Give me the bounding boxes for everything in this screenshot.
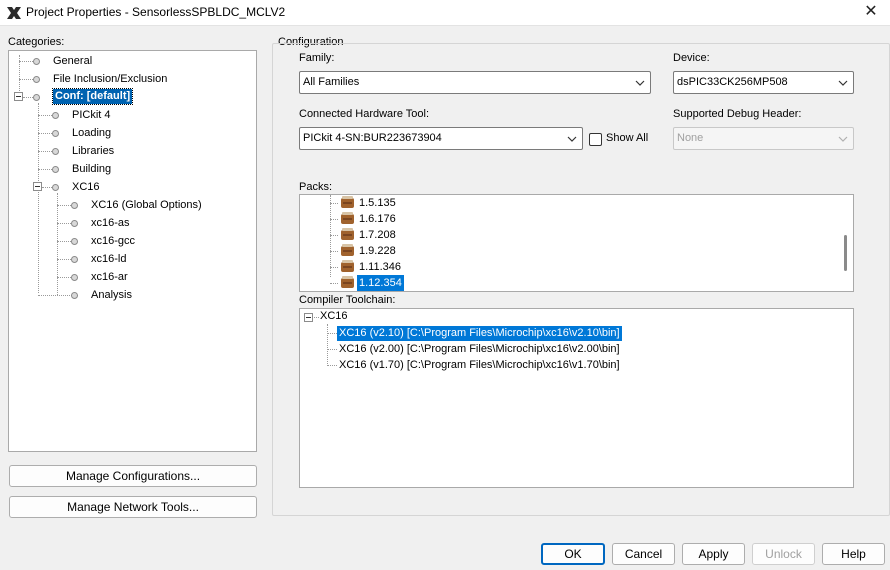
compiler-toolchain-label: Compiler Toolchain: xyxy=(299,294,396,306)
family-select[interactable]: All Families xyxy=(299,71,651,94)
device-value: dsPIC33CK256MP508 xyxy=(677,76,788,88)
chevron-down-icon xyxy=(838,80,848,86)
pack-jar-icon xyxy=(341,260,354,272)
pack-jar-icon xyxy=(341,196,354,208)
node-bullet-icon xyxy=(71,292,78,299)
node-bullet-icon xyxy=(71,238,78,245)
tree-item-label: xc16-ld xyxy=(91,253,127,265)
node-bullet-icon xyxy=(33,76,40,83)
pack-jar-icon xyxy=(341,244,354,256)
family-label: Family: xyxy=(299,52,335,64)
tree-item-label: XC16 xyxy=(72,181,100,193)
pack-version: 1.7.208 xyxy=(359,229,396,241)
packs-label: Packs: xyxy=(299,181,333,193)
node-bullet-icon xyxy=(52,130,59,137)
node-bullet-icon xyxy=(52,166,59,173)
pack-version: 1.5.135 xyxy=(359,197,396,209)
help-button[interactable]: Help xyxy=(822,543,885,565)
tree-item-label: File Inclusion/Exclusion xyxy=(53,73,168,85)
window-title: Project Properties - SensorlessSPBLDC_MC… xyxy=(26,5,286,19)
node-bullet-icon xyxy=(71,202,78,209)
mplab-logo-icon xyxy=(7,7,21,19)
pack-jar-icon xyxy=(341,276,354,288)
debug-header-value: None xyxy=(677,132,704,144)
family-value: All Families xyxy=(303,76,360,88)
pack-version: 1.9.228 xyxy=(359,245,396,257)
close-button[interactable]: ✕ xyxy=(858,0,884,26)
device-label: Device: xyxy=(673,52,710,64)
debug-header-label: Supported Debug Header: xyxy=(673,108,802,120)
tree-item-label: Building xyxy=(72,163,112,175)
packs-scrollbar[interactable] xyxy=(844,235,847,271)
node-bullet-icon xyxy=(52,184,59,191)
node-bullet-icon xyxy=(52,112,59,119)
manage-configurations-button[interactable]: Manage Configurations... xyxy=(9,465,257,487)
tree-item-label: XC16 (Global Options) xyxy=(91,199,202,211)
ok-button[interactable]: OK xyxy=(541,543,605,565)
compiler-root: XC16 xyxy=(320,310,348,322)
collapse-conf-toggle[interactable] xyxy=(14,92,23,101)
tree-item-label: General xyxy=(53,55,93,67)
manage-network-tools-button[interactable]: Manage Network Tools... xyxy=(9,496,257,518)
device-select[interactable]: dsPIC33CK256MP508 xyxy=(673,71,854,94)
tree-item-label: xc16-ar xyxy=(91,271,128,283)
node-bullet-icon xyxy=(71,256,78,263)
pack-version: 1.6.176 xyxy=(359,213,396,225)
chevron-down-icon xyxy=(838,136,848,142)
node-bullet-icon xyxy=(33,58,40,65)
hardware-tool-value: PICkit 4-SN:BUR223673904 xyxy=(303,132,442,144)
toolchain-item[interactable]: XC16 (v2.00) [C:\Program Files\Microchip… xyxy=(339,342,620,357)
tree-item-label: xc16-as xyxy=(91,217,130,229)
show-all-checkbox[interactable] xyxy=(589,133,602,146)
tree-item-label: PICkit 4 xyxy=(72,109,111,121)
pack-version: 1.12.354 xyxy=(357,275,404,291)
node-bullet-icon xyxy=(71,274,78,281)
categories-tree[interactable]: General File Inclusion/Exclusion Conf: [… xyxy=(8,50,257,452)
tree-item-label: xc16-gcc xyxy=(91,235,136,247)
tree-item-label: Loading xyxy=(72,127,112,139)
pack-jar-icon xyxy=(341,212,354,224)
hardware-tool-label: Connected Hardware Tool: xyxy=(299,108,430,120)
node-bullet-icon xyxy=(52,148,59,155)
collapse-xc16-compiler-toggle[interactable] xyxy=(304,313,313,322)
categories-label: Categories: xyxy=(8,36,65,48)
show-all-label: Show All xyxy=(606,132,649,144)
pack-version: 1.11.346 xyxy=(359,261,402,273)
node-bullet-icon xyxy=(33,94,40,101)
tree-item-label: Libraries xyxy=(72,145,115,157)
toolchain-item-selected[interactable]: XC16 (v2.10) [C:\Program Files\Microchip… xyxy=(337,326,622,341)
collapse-xc16-toggle[interactable] xyxy=(33,182,42,191)
chevron-down-icon xyxy=(567,136,577,142)
cancel-button[interactable]: Cancel xyxy=(612,543,675,565)
tree-item-label: Conf: [default] xyxy=(51,88,134,105)
apply-button[interactable]: Apply xyxy=(682,543,745,565)
unlock-button[interactable]: Unlock xyxy=(752,543,815,565)
chevron-down-icon xyxy=(635,80,645,86)
hardware-tool-select[interactable]: PICkit 4-SN:BUR223673904 xyxy=(299,127,583,150)
tree-item-label: Analysis xyxy=(91,289,132,301)
toolchain-item[interactable]: XC16 (v1.70) [C:\Program Files\Microchip… xyxy=(339,358,620,373)
packs-list[interactable]: 1.5.135 1.6.176 1.7.208 1.9.228 1.11.346… xyxy=(299,194,854,292)
compiler-toolchain-tree[interactable]: XC16 XC16 (v2.10) [C:\Program Files\Micr… xyxy=(299,308,854,488)
pack-jar-icon xyxy=(341,228,354,240)
title-bar: Project Properties - SensorlessSPBLDC_MC… xyxy=(0,0,890,26)
debug-header-select[interactable]: None xyxy=(673,127,854,150)
node-bullet-icon xyxy=(71,220,78,227)
